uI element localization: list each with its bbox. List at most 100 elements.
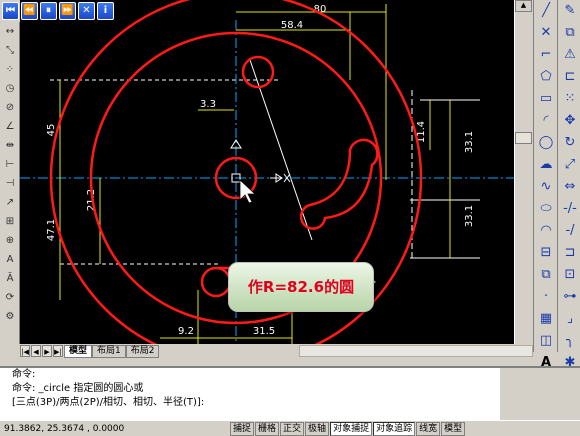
playback-controls: ⏮ ⏪ ⏸ ⏩ ✕ i	[0, 0, 116, 22]
coordinate-readout: 91.3862, 25.3674 , 0.0000	[4, 423, 125, 434]
trim-icon[interactable]: -/-	[560, 199, 580, 220]
tutorial-callout: 作R=82.6的圆	[228, 262, 374, 312]
pause-icon[interactable]: ⏸	[40, 2, 57, 20]
dim-aligned-icon[interactable]: ⤡	[1, 42, 19, 60]
slot-shape	[299, 138, 379, 230]
vertical-scrollbar[interactable]: ▲	[514, 0, 532, 344]
model-toggle[interactable]: 模型	[441, 421, 466, 436]
break-icon[interactable]: ⊡	[560, 265, 580, 286]
ellipse-icon[interactable]: ⬭	[536, 199, 556, 220]
dim-angular-icon[interactable]: ∠	[1, 118, 19, 136]
snap-toggle[interactable]: 捕捉	[230, 421, 255, 436]
arc-icon[interactable]: ◜	[536, 111, 556, 132]
insert-block-icon[interactable]: ⊟	[536, 243, 556, 264]
dim-text: 3.3	[200, 99, 216, 110]
tolerance-icon[interactable]: ⊞	[1, 213, 19, 231]
dim-edit-icon[interactable]: A	[1, 251, 19, 269]
dim-diameter-icon[interactable]: ⊘	[1, 99, 19, 117]
command-history-line: 命令: _circle 指定圆的圆心或	[12, 383, 144, 394]
close-icon[interactable]: ✕	[78, 2, 95, 20]
modify-toolbar: ✎ ⧉ ⚠ ⊏ ⁙ ✥ ↻ ⤢ ⇔ -/- -/ ⊐ ⊡ ⊶ ⌟ ╮ ✱	[557, 0, 580, 370]
revcloud-icon[interactable]: ☁	[536, 155, 556, 176]
tab-next-icon[interactable]: ▶	[42, 345, 52, 357]
dim-style-icon[interactable]: ⚙	[1, 308, 19, 326]
tab-model[interactable]: 模型	[64, 344, 93, 358]
erase-icon[interactable]: ✎	[560, 1, 580, 22]
ortho-toggle[interactable]: 正交	[280, 421, 305, 436]
callout-suffix: 的圆	[324, 278, 355, 296]
polyline-icon[interactable]: ⌐	[536, 45, 556, 66]
tab-layout1[interactable]: 布局1	[92, 344, 126, 358]
tab-first-icon[interactable]: |◀	[20, 345, 30, 357]
construction-line-icon[interactable]: ✕	[536, 23, 556, 44]
bottom-small-circle	[200, 266, 232, 298]
horizontal-scrollbar[interactable]	[299, 345, 533, 357]
copy-icon[interactable]: ⧉	[560, 23, 580, 44]
command-prompt[interactable]: [三点(3P)/两点(2P)/相切、相切、半径(T)]:	[0, 396, 580, 410]
scroll-up-icon[interactable]: ▲	[515, 0, 532, 12]
first-icon[interactable]: ⏮	[2, 2, 19, 20]
mirror-icon[interactable]: ⚠	[560, 45, 580, 66]
dim-text: 33.1	[464, 131, 475, 153]
rectangle-icon[interactable]: ▭	[536, 89, 556, 110]
spline-icon[interactable]: ∿	[536, 177, 556, 198]
dim-text: 31.5	[253, 326, 275, 337]
status-bar: 91.3862, 25.3674 , 0.0000 捕捉 栅格 正交 极轴 对象…	[0, 420, 580, 436]
info-icon[interactable]: i	[97, 2, 114, 20]
extend-icon[interactable]: -/	[560, 221, 580, 242]
polygon-icon[interactable]: ⬠	[536, 67, 556, 88]
array-icon[interactable]: ⁙	[560, 89, 580, 110]
stretch-icon[interactable]: ⇔	[560, 177, 580, 198]
scroll-thumb[interactable]	[515, 132, 532, 144]
dim-baseline-icon[interactable]: ⊢	[1, 156, 19, 174]
quick-dim-icon[interactable]: ⇹	[1, 137, 19, 155]
ellipse-arc-icon[interactable]: ◠	[536, 221, 556, 242]
dim-radius-icon[interactable]: ◷	[1, 80, 19, 98]
tab-last-icon[interactable]: ▶|	[53, 345, 63, 357]
left-toolbar: ↔ ⤡ ⁘ ◷ ⊘ ∠ ⇹ ⊢ ⊣ ↗ ⊞ ⊕ A Ā ⟳ ⚙	[0, 22, 20, 344]
center-mark-icon[interactable]: ⊕	[1, 232, 19, 250]
command-window[interactable]: 命令: 命令: _circle 指定圆的圆心或 [三点(3P)/两点(2P)/相…	[0, 366, 580, 420]
dim-text: 9.2	[178, 326, 194, 337]
move-icon[interactable]: ✥	[560, 111, 580, 132]
draw-toolbar: ╱ ✕ ⌐ ⬠ ▭ ◜ ◯ ☁ ∿ ⬭ ◠ ⊟ ⧉ · ▦ ◫ A	[533, 0, 557, 370]
polar-toggle[interactable]: 极轴	[305, 421, 330, 436]
scale-icon[interactable]: ⤢	[560, 155, 580, 176]
callout-prefix: 作R	[247, 278, 275, 296]
tab-prev-icon[interactable]: ◀	[31, 345, 41, 357]
rotate-icon[interactable]: ↻	[560, 133, 580, 154]
point-icon[interactable]: ·	[536, 287, 556, 308]
command-history-line: 命令:	[12, 369, 36, 380]
line-icon[interactable]: ╱	[536, 1, 556, 22]
join-icon[interactable]: ⊶	[560, 287, 580, 308]
grid-toggle[interactable]: 栅格	[255, 421, 280, 436]
command-scrollbar[interactable]	[500, 368, 580, 420]
tab-layout2[interactable]: 布局2	[125, 344, 160, 358]
dim-update-icon[interactable]: ⟳	[1, 289, 19, 307]
callout-value: =82.6	[274, 278, 325, 296]
make-block-icon[interactable]: ⧉	[536, 265, 556, 286]
dim-text-edit-icon[interactable]: Ā	[1, 270, 19, 288]
otrack-toggle[interactable]: 对象追踪	[373, 421, 416, 436]
leader-icon[interactable]: ↗	[1, 194, 19, 212]
hatch-icon[interactable]: ▦	[536, 309, 556, 330]
fast-forward-icon[interactable]: ⏩	[59, 2, 76, 20]
layout-tabs-bar: |◀ ◀ ▶ ▶| 模型 布局1 布局2	[20, 344, 533, 358]
break-at-point-icon[interactable]: ⊐	[560, 243, 580, 264]
fillet-icon[interactable]: ╮	[560, 331, 580, 352]
dim-ordinate-icon[interactable]: ⁘	[1, 61, 19, 79]
circle-icon[interactable]: ◯	[536, 133, 556, 154]
cad-window: ⏮ ⏪ ⏸ ⏩ ✕ i ↔ ⤡ ⁘ ◷ ⊘ ∠ ⇹ ⊢ ⊣ ↗ ⊞ ⊕ A Ā …	[0, 0, 580, 436]
region-icon[interactable]: ◫	[536, 331, 556, 352]
dim-text: 33.1	[464, 205, 475, 227]
dim-linear-icon[interactable]: ↔	[1, 23, 19, 41]
dim-text: 58.4	[281, 20, 303, 31]
osnap-toggle[interactable]: 对象捕捉	[330, 421, 373, 436]
mouse-cursor-icon	[239, 179, 257, 204]
rewind-icon[interactable]: ⏪	[21, 2, 38, 20]
dim-continue-icon[interactable]: ⊣	[1, 175, 19, 193]
chamfer-icon[interactable]: ⌟	[560, 309, 580, 330]
snap-markers	[230, 139, 291, 183]
lineweight-toggle[interactable]: 线宽	[416, 421, 441, 436]
offset-icon[interactable]: ⊏	[560, 67, 580, 88]
